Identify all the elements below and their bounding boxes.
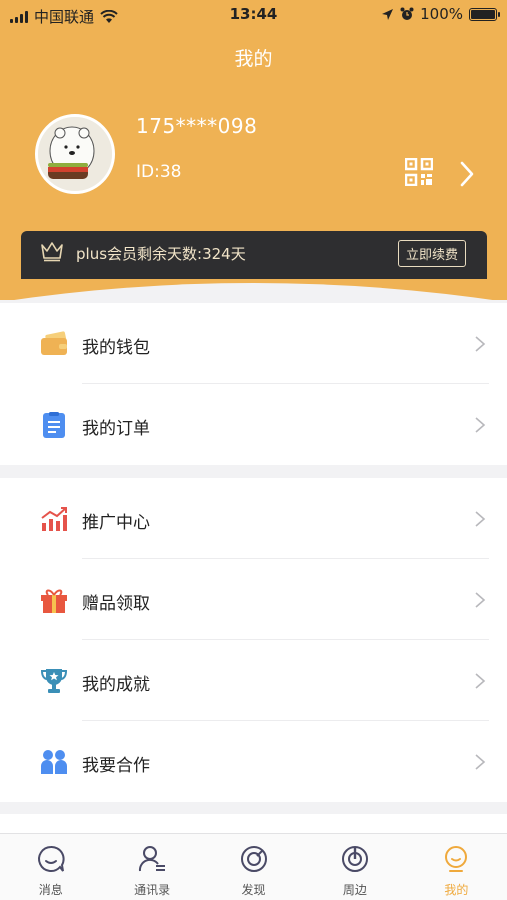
vip-remaining-days: plus会员剩余天数:324天: [76, 245, 246, 263]
menu-item-wallet[interactable]: 我的钱包: [0, 303, 507, 384]
tab-contacts[interactable]: 通讯录: [101, 834, 202, 900]
menu-item-achievement[interactable]: 我的成就: [0, 640, 507, 721]
menu-item-promotion[interactable]: 推广中心: [0, 478, 507, 559]
message-icon: [37, 845, 65, 872]
status-bar: 中国联通 13:44 100%: [0, 0, 507, 30]
order-icon: [43, 412, 65, 438]
menu-item-orders[interactable]: 我的订单: [0, 384, 507, 465]
user-phone: 175****098: [136, 114, 258, 138]
chevron-right-icon: [475, 754, 486, 770]
menu-label: 我的钱包: [82, 338, 150, 358]
avatar[interactable]: [35, 114, 115, 194]
chart-icon: [41, 507, 67, 531]
tab-label: 周边: [342, 883, 367, 897]
user-id: ID:38: [136, 162, 182, 182]
menu-group-services: 推广中心 赠品领取 我的成就 我要合作: [0, 478, 507, 802]
crown-icon: [41, 242, 63, 262]
tab-label: 发现: [241, 883, 266, 897]
tab-label: 通讯录: [134, 883, 171, 897]
menu-group-more: [0, 814, 507, 833]
chevron-right-icon: [475, 592, 486, 608]
chevron-right-icon: [475, 336, 486, 352]
menu-label: 赠品领取: [82, 594, 150, 614]
tab-messages[interactable]: 消息: [0, 834, 101, 900]
battery-icon: [469, 7, 500, 21]
tab-bar: 消息 通讯录 发现 周边 我的: [0, 833, 507, 900]
header-curve: [0, 283, 507, 306]
nearby-icon: [341, 846, 368, 872]
menu-label: 我要合作: [82, 756, 150, 776]
chevron-right-icon[interactable]: [457, 160, 477, 188]
menu-label: 我的订单: [82, 419, 150, 439]
location-arrow-icon: [382, 8, 394, 20]
menu-item-cooperation[interactable]: 我要合作: [0, 721, 507, 802]
gift-icon: [41, 589, 67, 613]
menu-label: 我的成就: [82, 675, 150, 695]
tab-label: 我的: [444, 883, 469, 897]
profile-icon: [445, 846, 468, 872]
discover-icon: [240, 846, 267, 872]
chevron-right-icon: [475, 673, 486, 689]
bear-avatar-icon: [38, 117, 112, 191]
renew-button[interactable]: 立即续费: [398, 240, 466, 267]
menu-label: 推广中心: [82, 513, 150, 533]
tab-label: 消息: [38, 883, 63, 897]
menu-item-gift[interactable]: 赠品领取: [0, 559, 507, 640]
wallet-icon: [41, 331, 67, 355]
chevron-right-icon: [475, 417, 486, 433]
tab-discover[interactable]: 发现: [203, 834, 304, 900]
battery-percent: 100%: [420, 5, 463, 23]
menu-group-account: 我的钱包 我的订单: [0, 303, 507, 465]
trophy-icon: [40, 669, 68, 693]
chevron-right-icon: [475, 511, 486, 527]
tab-profile[interactable]: 我的: [406, 834, 507, 900]
page-title: 我的: [234, 48, 273, 70]
cooperation-icon: [41, 750, 67, 774]
contacts-icon: [139, 846, 166, 872]
alarm-icon: [400, 7, 414, 20]
tab-nearby[interactable]: 周边: [304, 834, 405, 900]
qr-code-icon[interactable]: [405, 158, 433, 186]
